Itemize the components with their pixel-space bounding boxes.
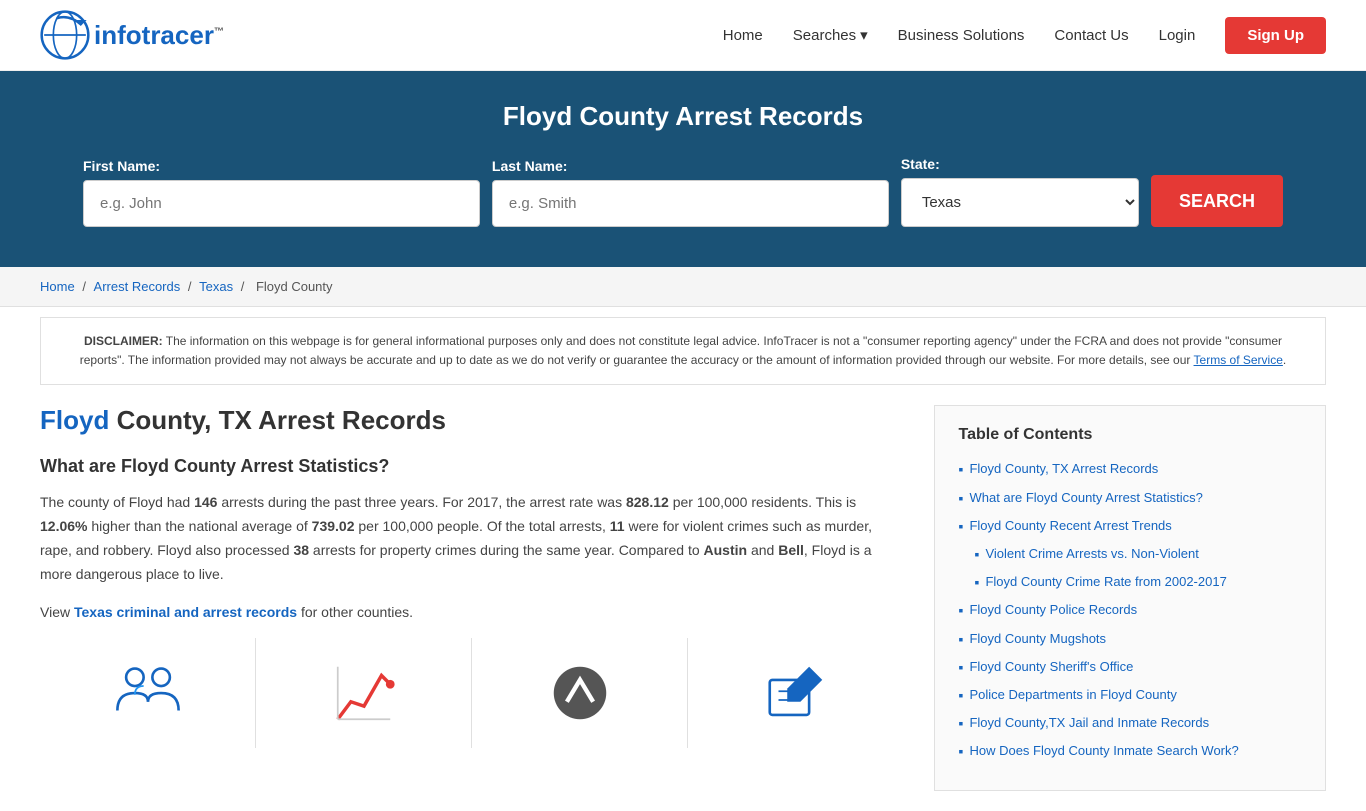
breadcrumb-home[interactable]: Home: [40, 279, 75, 294]
toc-link[interactable]: Floyd County Mugshots: [969, 630, 1106, 648]
login-button[interactable]: Login: [1159, 27, 1196, 44]
toc-list-item: Floyd County,TX Jail and Inmate Records: [959, 714, 1302, 732]
toc-link[interactable]: Police Departments in Floyd County: [969, 686, 1176, 704]
disclaimer-label: DISCLAIMER:: [84, 334, 163, 348]
header: infotracer™ Home Searches ▾ Business Sol…: [0, 0, 1366, 71]
toc-link[interactable]: Floyd County Recent Arrest Trends: [969, 517, 1171, 535]
section1-heading: What are Floyd County Arrest Statistics?: [40, 456, 904, 477]
state-select[interactable]: Texas Alabama Alaska Arizona California …: [901, 178, 1139, 227]
toc-list-item: Floyd County Recent Arrest Trends: [959, 517, 1302, 535]
breadcrumb-sep3: /: [241, 279, 248, 294]
chevron-down-icon: ▾: [860, 26, 868, 44]
nav-searches[interactable]: Searches ▾: [793, 26, 868, 44]
logo-info: info: [94, 20, 142, 50]
breadcrumb-arrest-records[interactable]: Arrest Records: [94, 279, 181, 294]
search-form: First Name: Last Name: State: Texas Alab…: [83, 156, 1283, 227]
toc-link[interactable]: Floyd County,TX Jail and Inmate Records: [969, 714, 1209, 732]
first-name-label: First Name:: [83, 158, 480, 174]
nav-business-solutions[interactable]: Business Solutions: [898, 27, 1025, 44]
icons-row: [40, 638, 904, 748]
scroll-up-icon: [545, 658, 615, 728]
graph-up-icon: [329, 658, 399, 728]
hero-section: Floyd County Arrest Records First Name: …: [0, 71, 1366, 267]
main-content: Floyd County, TX Arrest Records What are…: [0, 385, 1366, 811]
article-title-rest: County, TX Arrest Records: [109, 405, 446, 435]
main-nav: Home Searches ▾ Business Solutions Conta…: [723, 17, 1326, 54]
search-button[interactable]: SEARCH: [1151, 175, 1283, 227]
toc-list-item: Police Departments in Floyd County: [959, 686, 1302, 704]
toc-list-item: Floyd County, TX Arrest Records: [959, 460, 1302, 478]
logo[interactable]: infotracer™: [40, 10, 224, 60]
section1-paragraph1: The county of Floyd had 146 arrests duri…: [40, 491, 904, 586]
toc-list-item: Violent Crime Arrests vs. Non-Violent: [975, 545, 1302, 563]
toc-heading: Table of Contents: [959, 426, 1302, 444]
disclaimer-end: .: [1283, 353, 1286, 367]
toc-list-item: What are Floyd County Arrest Statistics?: [959, 489, 1302, 507]
page-title: Floyd County Arrest Records: [40, 101, 1326, 132]
last-name-input[interactable]: [492, 180, 889, 227]
breadcrumb: Home / Arrest Records / Texas / Floyd Co…: [0, 267, 1366, 307]
people-icon: [113, 658, 183, 728]
logo-tracer: tracer: [142, 20, 214, 50]
breadcrumb-sep2: /: [188, 279, 195, 294]
nav-home[interactable]: Home: [723, 27, 763, 44]
nav-contact-us[interactable]: Contact Us: [1054, 27, 1128, 44]
toc-list-item: How Does Floyd County Inmate Search Work…: [959, 742, 1302, 760]
icon-col-3: [472, 638, 688, 748]
terms-of-service-link[interactable]: Terms of Service: [1194, 353, 1283, 367]
breadcrumb-texas[interactable]: Texas: [199, 279, 233, 294]
toc-link[interactable]: Floyd County, TX Arrest Records: [969, 460, 1158, 478]
icon-col-2: [256, 638, 472, 748]
toc-link[interactable]: Floyd County Crime Rate from 2002-2017: [985, 573, 1226, 591]
toc-link[interactable]: Floyd County Sheriff's Office: [969, 658, 1133, 676]
edit-icon: [761, 658, 831, 728]
article-title: Floyd County, TX Arrest Records: [40, 405, 904, 436]
toc-list-item: Floyd County Mugshots: [959, 630, 1302, 648]
toc-list-item: Floyd County Sheriff's Office: [959, 658, 1302, 676]
state-label: State:: [901, 156, 1139, 172]
signup-button[interactable]: Sign Up: [1225, 17, 1326, 54]
toc-box: Table of Contents Floyd County, TX Arres…: [934, 405, 1327, 791]
state-group: State: Texas Alabama Alaska Arizona Cali…: [901, 156, 1139, 227]
toc-link[interactable]: Floyd County Police Records: [969, 601, 1137, 619]
first-name-group: First Name:: [83, 158, 480, 227]
last-name-group: Last Name:: [492, 158, 889, 227]
toc-list: Floyd County, TX Arrest Records What are …: [959, 460, 1302, 760]
logo-tm: ™: [214, 26, 224, 37]
last-name-label: Last Name:: [492, 158, 889, 174]
icon-col-4: [688, 638, 903, 748]
first-name-input[interactable]: [83, 180, 480, 227]
icon-col-1: [40, 638, 256, 748]
sidebar: Table of Contents Floyd County, TX Arres…: [934, 405, 1327, 791]
logo-icon: [40, 10, 90, 60]
section1-paragraph2: View Texas criminal and arrest records f…: [40, 601, 904, 625]
disclaimer-text: The information on this webpage is for g…: [80, 334, 1282, 367]
article-title-highlight: Floyd: [40, 405, 109, 435]
toc-list-item: Floyd County Crime Rate from 2002-2017: [975, 573, 1302, 591]
breadcrumb-floyd-county: Floyd County: [256, 279, 333, 294]
article: Floyd County, TX Arrest Records What are…: [40, 405, 904, 791]
disclaimer-box: DISCLAIMER: The information on this webp…: [40, 317, 1326, 385]
toc-link[interactable]: How Does Floyd County Inmate Search Work…: [969, 742, 1238, 760]
toc-list-item: Floyd County Police Records: [959, 601, 1302, 619]
toc-link[interactable]: What are Floyd County Arrest Statistics?: [969, 489, 1202, 507]
texas-records-link[interactable]: Texas criminal and arrest records: [74, 604, 297, 620]
toc-link[interactable]: Violent Crime Arrests vs. Non-Violent: [985, 545, 1198, 563]
breadcrumb-sep1: /: [82, 279, 89, 294]
